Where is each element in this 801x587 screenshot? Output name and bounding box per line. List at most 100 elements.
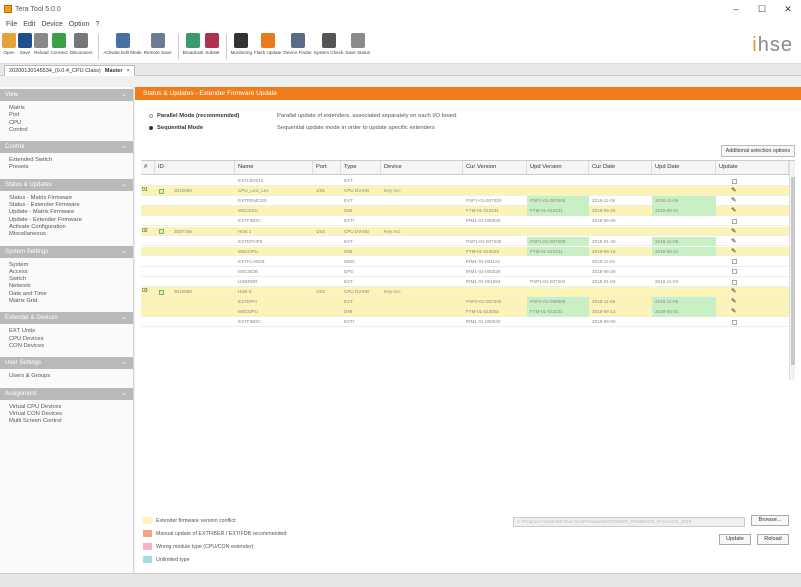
update-pencil-icon[interactable]: ✎ xyxy=(731,196,736,206)
sidebar-item[interactable]: Virtual CPU Devices xyxy=(0,404,133,411)
remote-save-button[interactable]: Remote Save xyxy=(144,30,172,55)
row-select-checkbox[interactable] xyxy=(159,229,164,234)
open-button[interactable]: Open xyxy=(2,30,16,55)
update-button[interactable]: Update xyxy=(719,534,751,545)
sidebar-item[interactable]: Control xyxy=(0,127,133,134)
table-row[interactable]: EXTREMCDS EXT PSP1-01-007330 PSP1-01-007508… xyxy=(141,196,789,206)
table-row[interactable]: MSCDPU DMI FTM-01-010023 FTM-01-010231 2018-… xyxy=(141,246,789,257)
sidebar-item[interactable]: Date and Time xyxy=(0,291,133,298)
table-row[interactable]: MSCDSU DMI FTM-01-010231 FTM-01-010231 2018-… xyxy=(141,206,789,217)
menu-file[interactable]: File xyxy=(6,21,17,28)
update-checkbox[interactable] xyxy=(732,319,737,325)
monitoring-button[interactable]: Monitoring xyxy=(231,30,252,55)
sidebar-item[interactable]: Matrix xyxy=(0,105,133,112)
sidebar-item[interactable]: CON Devices xyxy=(0,343,133,350)
disconnect-button[interactable]: Disconnect xyxy=(70,30,92,55)
update-checkbox[interactable] xyxy=(732,279,737,285)
reload-firmware-button[interactable]: Reload xyxy=(757,534,789,545)
sidebar-item[interactable]: Status - Extender Firmware xyxy=(0,202,133,209)
reload-button[interactable]: Reload xyxy=(34,30,49,55)
sidebar-item[interactable]: Activate Configuration xyxy=(0,224,133,231)
sidebar-item[interactable]: Update - Matrix Firmware xyxy=(0,209,133,216)
browse-button[interactable]: Browse... xyxy=(751,515,789,526)
column-header-port[interactable]: Port xyxy=(313,161,341,174)
sidebar-item[interactable]: CPU xyxy=(0,120,133,127)
system-check-button[interactable]: System Check xyxy=(314,30,343,55)
sidebar-section-header[interactable]: User Settings ⌄ xyxy=(0,357,133,370)
column-header-id[interactable]: ID xyxy=(155,161,235,174)
save-status-button[interactable]: Save Status xyxy=(345,30,370,55)
sidebar-section-header[interactable]: View ⌄ xyxy=(0,89,133,101)
maximize-button[interactable]: ☐ xyxy=(749,0,775,18)
column-header-upd-version[interactable]: Upd Version xyxy=(527,161,589,174)
sidebar-item[interactable]: Virtual CON Devices xyxy=(0,411,133,418)
scrollbar-thumb[interactable] xyxy=(791,177,795,365)
table-row[interactable]: MSCBDB DPS IRM1-01-000326 2018-06-26 xyxy=(141,267,789,277)
row-select-checkbox[interactable] xyxy=(159,289,164,295)
column-header-name[interactable]: Name xyxy=(235,161,313,174)
table-row[interactable]: EXTFIBDC EXTI IRM1-01-000040 2018-06-06 xyxy=(141,317,789,328)
parallel-mode-radio[interactable]: Parallel Mode (recommended) Parallel upd… xyxy=(149,113,457,119)
sequential-mode-radio[interactable]: Sequential Mode Sequential update mode i… xyxy=(149,125,435,131)
firmware-path-field[interactable]: C:\Program Files\IHSE\Tera Tool\Firmware… xyxy=(513,517,745,527)
sidebar-item[interactable]: Status - Matrix Firmware xyxy=(0,195,133,202)
connect-button[interactable]: Connect xyxy=(51,30,68,55)
sidebar-item[interactable]: Miscellaneous xyxy=(0,231,133,238)
update-pencil-icon[interactable]: ✎ xyxy=(731,287,736,297)
close-button[interactable]: ✕ xyxy=(775,0,801,18)
sidebar-section-header[interactable]: System Settings ⌄ xyxy=(0,245,133,258)
column-header-device[interactable]: Device xyxy=(381,161,463,174)
sidebar-item[interactable]: Access xyxy=(0,269,133,276)
table-row[interactable]: 01 3010056 CPU_Lexi_Lex 1/01 CPU DVIHD Key Ac… xyxy=(141,186,789,196)
flash-update-button[interactable]: Flash Update xyxy=(254,30,281,55)
sidebar-item[interactable]: Matrix Grid xyxy=(0,298,133,305)
table-row[interactable]: EXTLBV012 EXT xyxy=(141,176,789,186)
menu-option[interactable]: Option xyxy=(69,21,90,28)
update-pencil-icon[interactable]: ✎ xyxy=(731,237,736,247)
sidebar-item[interactable]: Multi Screen Control xyxy=(0,418,133,425)
chevron-down-icon[interactable]: ⌄ xyxy=(121,89,127,101)
sidebar-item[interactable]: Presets xyxy=(0,164,133,171)
update-checkbox[interactable] xyxy=(732,269,737,275)
chevron-down-icon[interactable]: ⌄ xyxy=(121,388,127,400)
update-pencil-icon[interactable]: ✎ xyxy=(731,247,736,257)
tab-close-icon[interactable]: × xyxy=(126,66,129,76)
chevron-down-icon[interactable]: ⌄ xyxy=(121,141,127,153)
table-row[interactable]: 03 3010586 Host 3 1/03 CPU DVIHD Key Acc ✎ xyxy=(141,287,789,297)
minimize-button[interactable]: – xyxy=(723,0,749,18)
column-header-cur-version[interactable]: Cur Version xyxy=(463,161,527,174)
sidebar-section-header[interactable]: Extender & Devices ⌄ xyxy=(0,312,133,325)
sidebar-item[interactable]: Switch xyxy=(0,276,133,283)
column-header-type[interactable]: Type xyxy=(341,161,381,174)
column-header-update[interactable]: Update xyxy=(716,161,789,174)
document-tab[interactable]: 20200130145534_(0.0.4_CPU Class) Master … xyxy=(4,65,135,76)
save-button[interactable]: Save xyxy=(18,30,32,55)
column-header-number[interactable]: # xyxy=(141,161,155,174)
update-pencil-icon[interactable]: ✎ xyxy=(731,307,736,317)
chevron-down-icon[interactable]: ⌄ xyxy=(121,357,127,369)
table-vertical-scrollbar[interactable] xyxy=(789,161,795,380)
sidebar-item[interactable]: Update - Extender Firmware xyxy=(0,217,133,224)
menu-edit[interactable]: Edit xyxy=(23,21,35,28)
table-row[interactable]: 02 3007756 Host 1 1/02 CPU DVIHD Key Acc ✎ xyxy=(141,226,789,237)
sidebar-item[interactable]: CPU Devices xyxy=(0,336,133,343)
additional-selection-options-button[interactable]: Additional selection options xyxy=(720,145,795,157)
update-checkbox[interactable] xyxy=(732,178,737,184)
sidebar-section-header[interactable]: Assignment ⌄ xyxy=(0,387,133,400)
table-row[interactable]: USBRDR EXT IRM1-01-001064 PSP1-01-007304 201… xyxy=(141,277,789,287)
table-row[interactable]: EXTFIBDC EXTI IRM1-01-000040 2018-06-06 xyxy=(141,216,789,227)
sidebar-item[interactable]: Extended Switch xyxy=(0,157,133,164)
sidebar-item[interactable]: EXT Units xyxy=(0,328,133,335)
chevron-down-icon[interactable]: ⌄ xyxy=(121,246,127,258)
menu-device[interactable]: Device xyxy=(41,21,62,28)
update-pencil-icon[interactable]: ✎ xyxy=(731,186,736,196)
update-pencil-icon[interactable]: ✎ xyxy=(731,227,736,237)
update-checkbox[interactable] xyxy=(732,218,737,224)
device-finder-button[interactable]: Device Finder xyxy=(283,30,312,55)
column-header-upd-date[interactable]: Upd Date xyxy=(652,161,716,174)
sidebar-item[interactable]: Port xyxy=(0,112,133,119)
sidebar-item[interactable]: Network xyxy=(0,283,133,290)
subset-button[interactable]: Subset xyxy=(205,30,220,55)
update-pencil-icon[interactable]: ✎ xyxy=(731,297,736,307)
table-row[interactable]: EXTDPHPK EXT PSP1-01-007330 PSP1-01-007508 2… xyxy=(141,236,789,247)
